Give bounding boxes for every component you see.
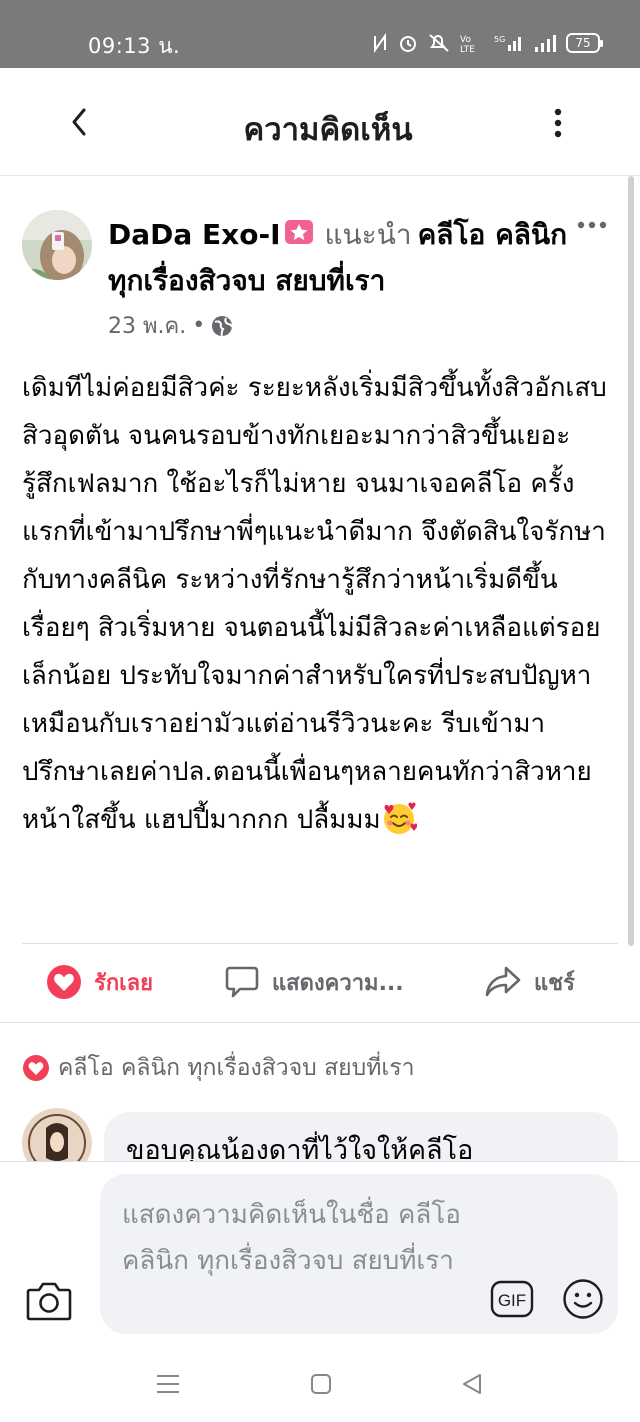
post-card: DaDa Exo-I แนะนำคลีโอ คลินิก ทุกเรื่องสิว… [0,176,640,1161]
share-label: แชร์ [534,970,575,996]
comment-composer: แสดงความคิดเห็นในชื่อ คลีโอ คลินิก ทุกเร… [0,1161,640,1351]
emoji-button[interactable] [562,1278,604,1320]
share-icon [485,966,521,997]
comment-icon [225,966,259,998]
share-button[interactable]: แชร์ [484,964,575,1000]
camera-icon [26,1282,72,1321]
square-icon [311,1374,331,1394]
signal-icon [534,32,556,54]
liked-by-row: คลีโอ คลินิก ทุกเรื่องสิวจบ สยบที่เรา [22,1050,415,1086]
svg-text:5G: 5G [494,35,505,44]
page-title: ความคิดเห็น [243,112,413,148]
author-name[interactable]: DaDa Exo-I [108,218,280,251]
heart-badge-icon [23,1055,49,1081]
triangle-back-icon [463,1374,481,1394]
post-header: DaDa Exo-I แนะนำ คลีโอ คลินิก ทุกเรื่องสิว… [108,212,578,304]
gif-icon: GIF [490,1280,534,1318]
camera-button[interactable] [26,1280,72,1322]
alarm-icon [398,32,418,54]
avatar-photo [22,210,92,280]
section-divider [0,1022,640,1023]
more-horizontal-icon [577,221,607,229]
nav-back-button[interactable] [460,1373,484,1395]
post-meta: 23 พ.ค. • [108,308,234,343]
page-logo [22,1108,92,1161]
recommends-label: แนะนำ [324,218,412,251]
more-vertical-icon [554,108,562,138]
post-date[interactable]: 23 พ.ค. [108,308,186,343]
status-icons: Vo LTE 5G 75 [372,30,603,56]
nav-home-button[interactable] [310,1373,332,1395]
star-badge-icon [285,220,314,244]
comment-placeholder: แสดงความคิดเห็นในชื่อ คลีโอ คลินิก ทุกเร… [122,1200,461,1276]
mute-icon [428,32,450,54]
nfc-icon [372,32,388,54]
liked-by-text: คลีโอ คลินิก ทุกเรื่องสิวจบ สยบที่เรา [58,1055,415,1081]
status-bar: 09:13 น. Vo LTE 5G 75 [0,0,640,68]
post-options-button[interactable] [576,216,608,229]
svg-text:Vo: Vo [460,35,471,45]
comment-button[interactable]: แสดงความ... [224,964,404,1000]
reply-bubble[interactable]: ขอบคุณน้องดาที่ไว้ใจให้คลีโอ [104,1112,618,1161]
battery-icon: 75 [566,33,603,53]
more-options-button[interactable] [548,106,568,140]
comment-input[interactable]: แสดงความคิดเห็นในชื่อ คลีโอ คลินิก ทุกเร… [100,1174,618,1334]
battery-level: 75 [575,36,591,50]
volte-icon: Vo LTE [460,32,484,54]
signal-5g-icon: 5G [494,32,524,54]
globe-icon [212,315,234,336]
scrollbar[interactable] [628,176,634,946]
svg-text:LTE: LTE [460,45,475,53]
menu-icon [157,1375,179,1393]
gif-label: GIF [498,1291,526,1310]
heart-icon [47,965,81,999]
love-label: รักเลย [94,970,154,996]
post-text: เดิมทีไม่ค่อยมีสิวค่ะ ระยะหลังเริ่มมีสิว… [22,373,607,835]
comment-label: แสดงความ... [272,970,404,996]
reply-text: ขอบคุณน้องดาที่ไว้ใจให้คลีโอ [126,1135,474,1161]
post-actions: รักเลย แสดงความ... แชร์ [0,944,640,1022]
system-nav-bar [0,1351,640,1422]
nav-recents-button[interactable] [156,1373,180,1395]
gif-button[interactable]: GIF [490,1280,534,1318]
post-body: เดิมทีไม่ค่อยมีสิวค่ะ ระยะหลังเริ่มมีสิว… [22,364,612,844]
app-header: ความคิดเห็น [0,68,640,176]
status-time: 09:13 น. [88,34,181,58]
author-avatar[interactable] [22,210,92,280]
reply-avatar[interactable] [22,1108,92,1161]
meta-separator: • [192,313,206,338]
love-button[interactable]: รักเลย [46,964,153,1000]
smiley-icon [563,1279,603,1319]
smiling-face-with-hearts-icon [383,802,417,834]
